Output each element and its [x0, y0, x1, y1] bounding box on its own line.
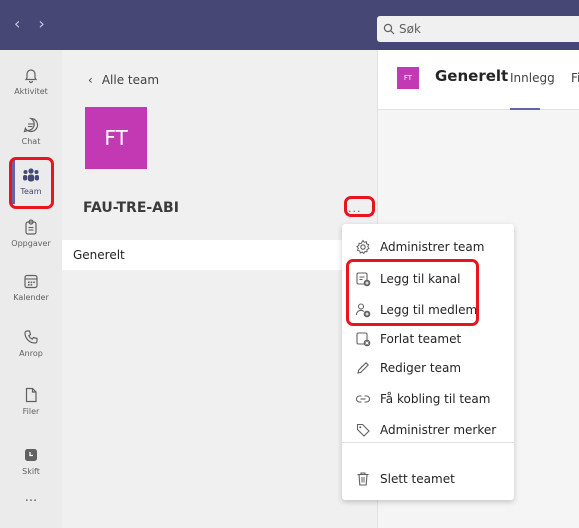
- rail-item-label: Anrop: [19, 349, 43, 358]
- team-panel: ‹ Alle team FT FAU-TRE-ABI ... Generelt: [62, 50, 378, 528]
- rail-item-label: Kalender: [13, 293, 49, 302]
- menu-item-edit-team[interactable]: Rediger team: [342, 353, 514, 383]
- team-name: FAU-TRE-ABI: [83, 200, 179, 216]
- menu-item-label: Administrer team: [380, 240, 485, 254]
- channel-title: Generelt: [435, 67, 509, 85]
- chevron-left-icon: ‹: [88, 73, 93, 87]
- file-icon: [25, 387, 37, 403]
- tab-files[interactable]: Filer: [571, 71, 579, 85]
- back-label: Alle team: [101, 73, 160, 87]
- rail-item-activity[interactable]: Aktivitet: [0, 56, 62, 106]
- gear-icon: [356, 239, 370, 255]
- leave-icon: [356, 332, 371, 347]
- channel-avatar: FT: [397, 67, 419, 89]
- team-avatar: FT: [85, 107, 147, 169]
- menu-item-label: Få kobling til team: [380, 392, 491, 406]
- tag-icon: [356, 423, 370, 437]
- chat-icon: [23, 117, 39, 133]
- back-to-teams-link[interactable]: ‹ Alle team: [88, 73, 159, 87]
- highlight-more-button: [344, 196, 375, 217]
- calendar-icon: [24, 274, 38, 289]
- back-arrow-icon[interactable]: ‹: [14, 14, 20, 33]
- menu-item-label: Slett teamet: [380, 472, 455, 486]
- search-placeholder: Søk: [399, 22, 421, 36]
- phone-icon: [24, 330, 38, 344]
- menu-item-leave-team[interactable]: Forlat teamet: [342, 324, 514, 354]
- rail-item-label: Aktivitet: [14, 87, 48, 96]
- bell-icon: [24, 69, 38, 84]
- menu-divider: [342, 442, 514, 443]
- menu-item-manage-team[interactable]: Administrer team: [342, 232, 514, 262]
- title-bar: ‹ › Søk: [0, 0, 579, 50]
- rail-item-label: Filer: [22, 407, 40, 416]
- search-icon: [383, 23, 395, 35]
- rail-item-calls[interactable]: Anrop: [0, 318, 62, 368]
- rail-item-label: Oppgaver: [11, 239, 51, 248]
- rail-item-label: Chat: [21, 137, 41, 146]
- search-input[interactable]: Søk: [377, 16, 579, 42]
- rail-item-assignments[interactable]: Oppgaver: [0, 208, 62, 258]
- history-nav: ‹ ›: [14, 14, 45, 33]
- shifts-icon: [25, 449, 37, 461]
- rail-item-chat[interactable]: Chat: [0, 106, 62, 156]
- app-rail: Aktivitet Chat Team Oppgaver Kalender An…: [0, 50, 62, 528]
- menu-item-delete-team[interactable]: Slett teamet: [342, 464, 514, 494]
- forward-arrow-icon[interactable]: ›: [38, 14, 44, 33]
- highlight-add-items: [346, 259, 479, 326]
- assignments-icon: [25, 219, 37, 235]
- channel-header: FT Generelt Innlegg Filer: [378, 50, 579, 110]
- menu-item-label: Administrer merker: [380, 423, 497, 437]
- menu-item-label: Rediger team: [380, 361, 462, 375]
- trash-icon: [357, 472, 369, 486]
- menu-item-label: Forlat teamet: [380, 332, 462, 346]
- channel-item-general[interactable]: Generelt: [62, 240, 378, 270]
- rail-more-button[interactable]: ...: [0, 472, 62, 522]
- link-icon: [356, 395, 370, 403]
- pencil-icon: [357, 362, 369, 374]
- more-icon: ...: [24, 489, 38, 505]
- menu-item-get-link[interactable]: Få kobling til team: [342, 384, 514, 414]
- rail-item-calendar[interactable]: Kalender: [0, 262, 62, 312]
- menu-item-manage-tags[interactable]: Administrer merker: [342, 415, 514, 445]
- active-tab-underline: [510, 108, 540, 110]
- rail-item-files[interactable]: Filer: [0, 376, 62, 426]
- tab-posts[interactable]: Innlegg: [510, 71, 555, 85]
- highlight-team-rail: [9, 157, 54, 209]
